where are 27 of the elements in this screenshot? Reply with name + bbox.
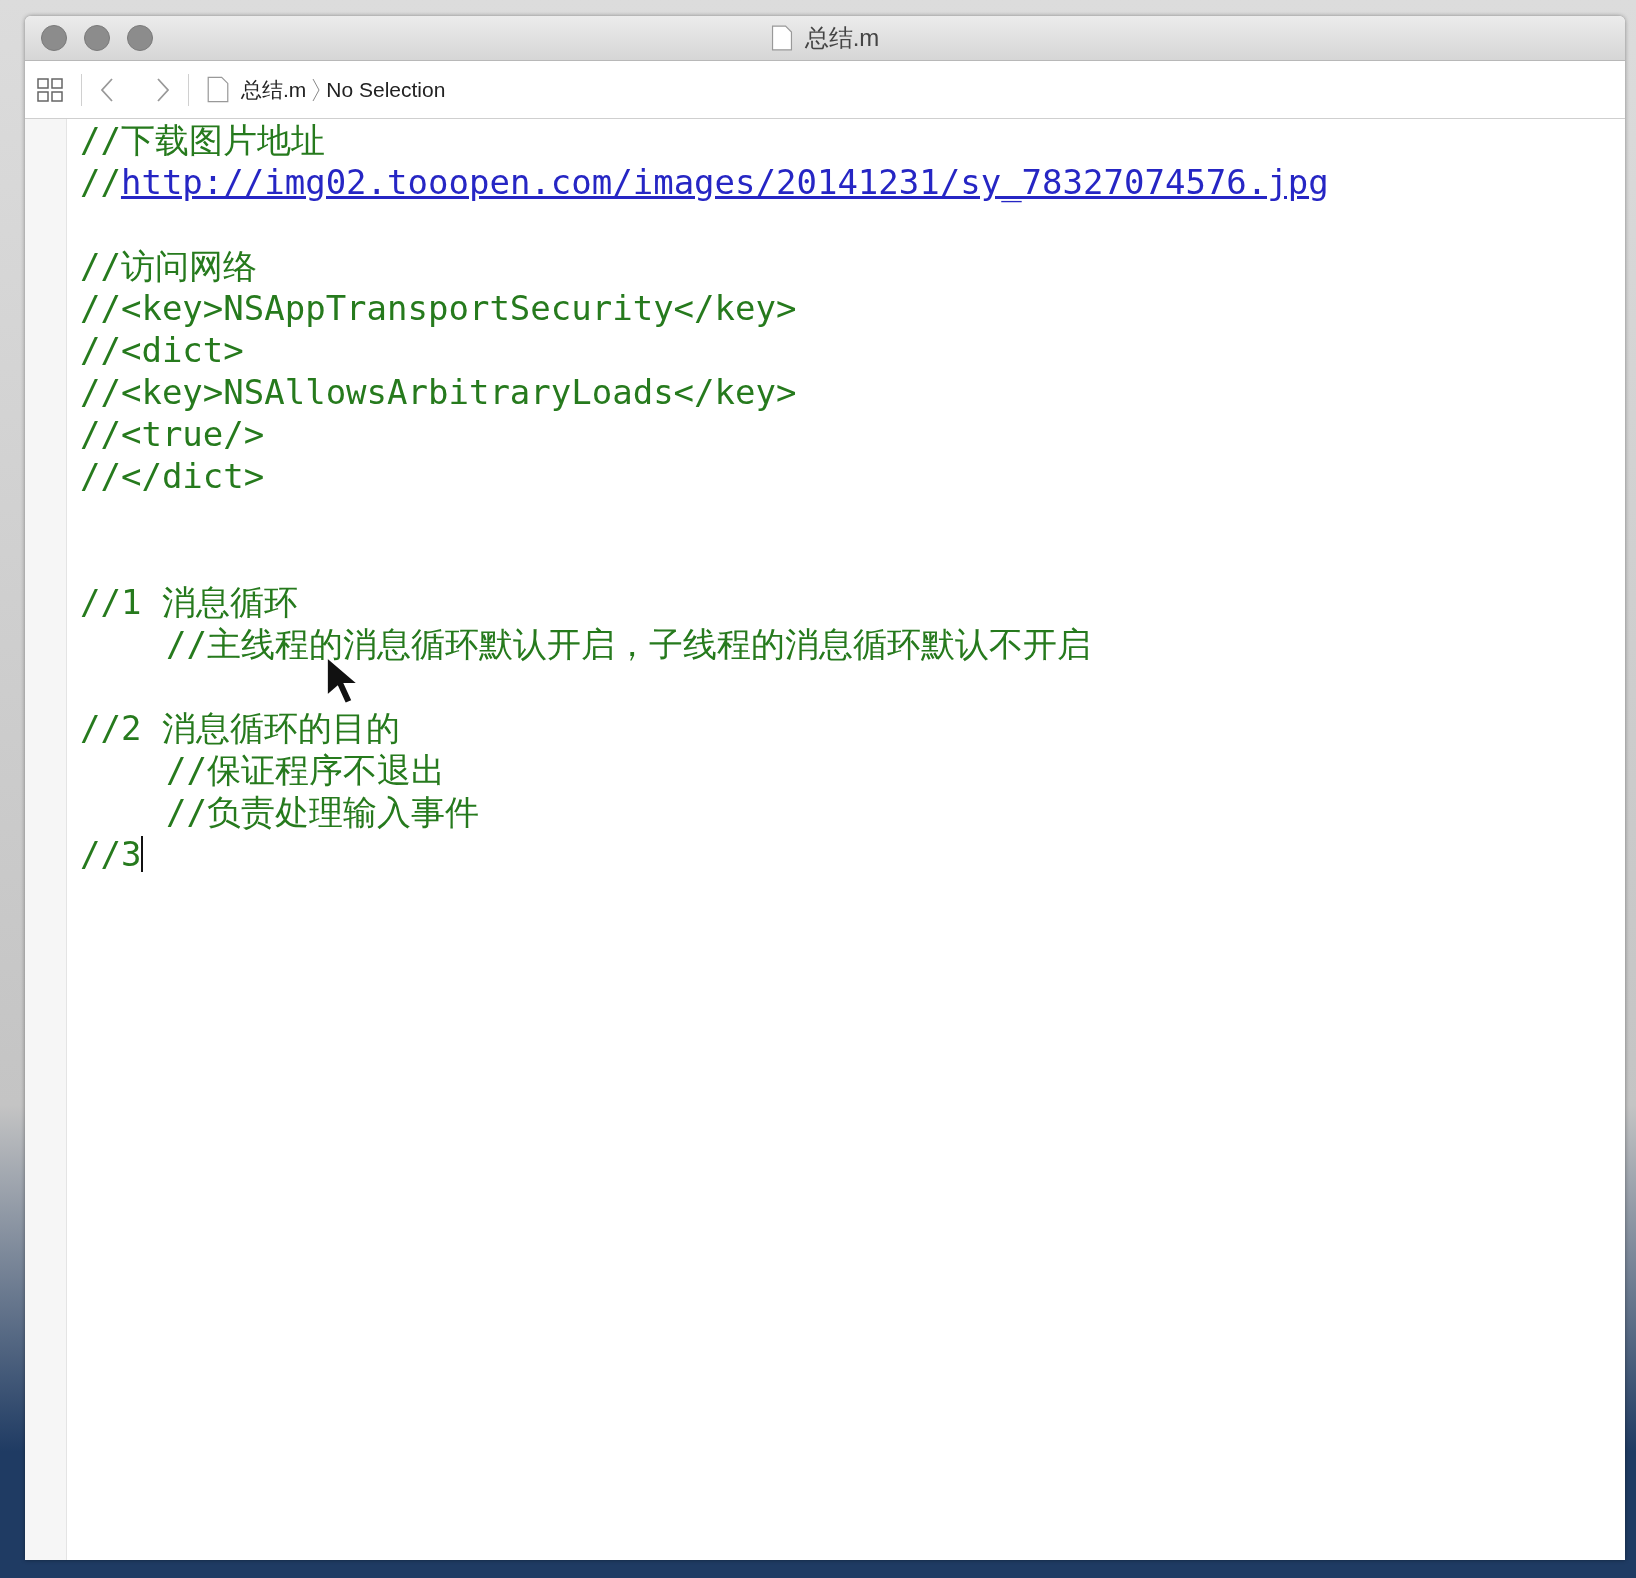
zoom-button[interactable] xyxy=(127,25,153,51)
breadcrumb-item[interactable]: 总结.m xyxy=(241,75,307,104)
code-comment: //负责处理输入事件 xyxy=(166,791,479,833)
code-comment: //<true/> xyxy=(80,413,265,455)
window-title: 总结.m xyxy=(804,23,880,53)
forward-icon[interactable] xyxy=(156,76,170,103)
grid-icon[interactable] xyxy=(37,77,63,102)
code-comment: //<key>NSAppTransportSecurity</key> xyxy=(80,287,797,329)
file-icon xyxy=(207,76,229,103)
back-icon[interactable] xyxy=(100,76,114,103)
close-button[interactable] xyxy=(41,25,67,51)
code-comment: //2 消息循环的目的 xyxy=(80,707,400,749)
minimize-button[interactable] xyxy=(84,25,110,51)
code-comment: //1 消息循环 xyxy=(80,581,298,623)
code-comment: //保证程序不退出 xyxy=(166,749,445,791)
file-icon xyxy=(770,25,793,51)
code-comment: //下载图片地址 xyxy=(80,119,325,161)
code-comment: //3 xyxy=(80,833,142,875)
breadcrumb-item[interactable]: No Selection xyxy=(326,77,446,102)
code-comment: //访问网络 xyxy=(80,245,257,287)
code-comment: //<key>NSAllowsArbitraryLoads</key> xyxy=(80,371,797,413)
url-link[interactable]: http://img02.tooopen.com/images/20141231/sy_78327074576.jpg xyxy=(120,161,1329,203)
code-comment: //主线程的消息循环默认开启，子线程的消息循环默认不开启 xyxy=(166,623,1091,665)
code-comment: //</dict> xyxy=(80,455,265,497)
code-comment: // xyxy=(80,161,121,203)
chevron-icon xyxy=(312,77,321,102)
code-comment: //<dict> xyxy=(80,329,244,371)
